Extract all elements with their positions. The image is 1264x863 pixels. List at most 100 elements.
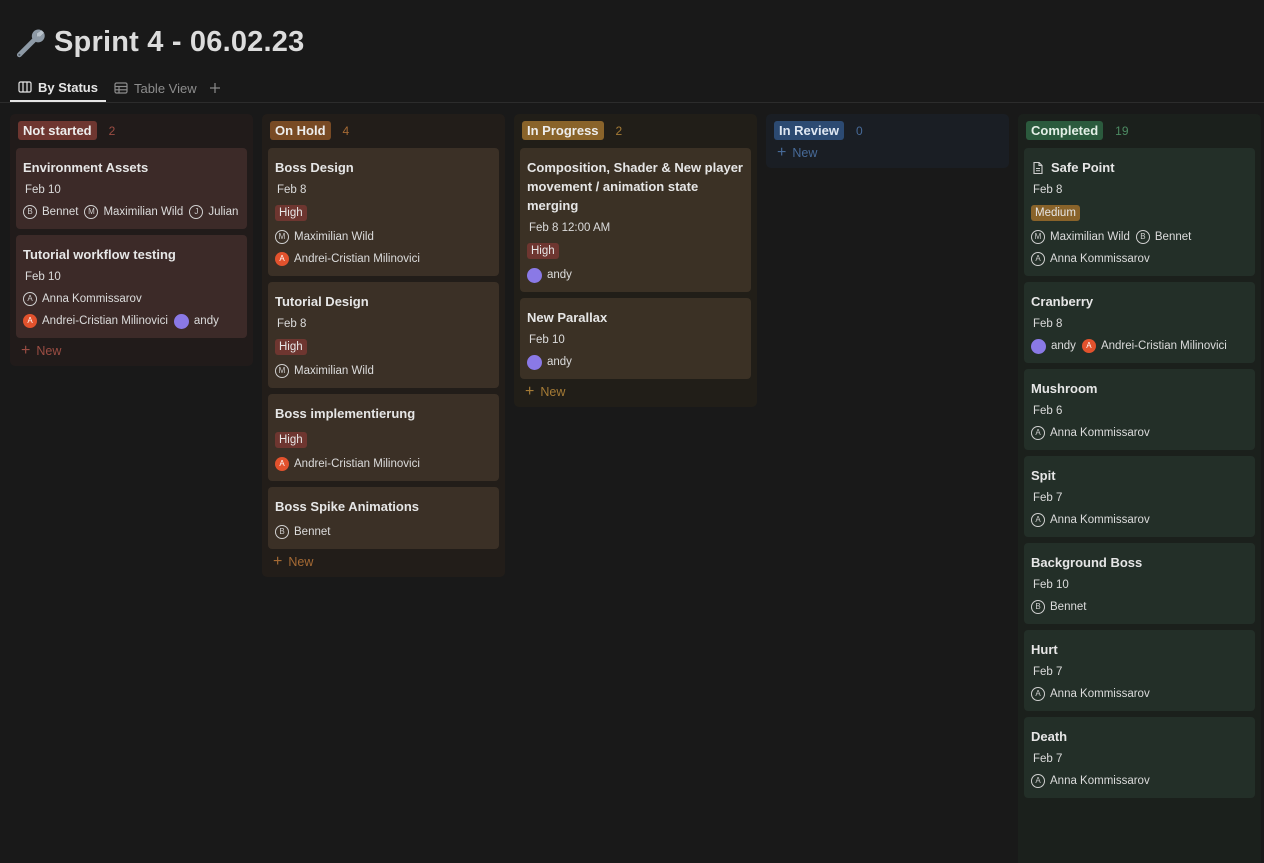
avatar: B [23,205,37,219]
card-title: Mushroom [1031,381,1098,396]
task-card[interactable]: Safe Point Feb 8 Medium M Maximilian Wild B Be… [1024,148,1255,276]
assignees: A Anna Kommissarov [1031,424,1248,442]
column-count: 4 [342,123,350,138]
assignee-name: Anna Kommissarov [1050,514,1150,526]
card-title-row: Boss implementierung [275,404,492,423]
task-card[interactable]: Mushroom Feb 6 A Anna Kommissarov [1024,369,1255,450]
card-title: Boss Design [275,160,354,175]
task-card[interactable]: Tutorial workflow testing Feb 10 A Anna Kom… [16,235,247,338]
document-icon [1033,161,1043,174]
task-card[interactable]: Tutorial Design Feb 8 High M Maximilian Wild [268,282,499,388]
new-card-button[interactable]: + New [16,338,247,359]
avatar: A [1031,687,1045,701]
new-card-button[interactable]: + New [520,379,751,400]
assignee-name: Andrei-Cristian Milinovici [1100,340,1227,352]
avatar [1031,338,1046,354]
column-count: 0 [855,123,863,138]
task-card[interactable]: Composition, Shader & New player movemen… [520,148,751,292]
assignee-name: Bennet [294,526,331,538]
task-card[interactable]: Death Feb 7 A Anna Kommissarov [1024,717,1255,798]
task-card[interactable]: Cranberry Feb 8 andy A Andrei-Cristian Milin… [1024,282,1255,363]
avatar: M [84,205,99,219]
assignees: M Maximilian Wild A Andrei-Cristian Milinov… [275,228,492,268]
avatar: A [1031,252,1045,266]
column-header: On Hold 4 [268,120,499,140]
assignees: A Anna Kommissarov [1031,511,1248,529]
column-header: In Progress 2 [520,120,751,140]
assignee: A Anna Kommissarov [1031,511,1150,529]
assignee: andy [527,353,572,371]
tab-table-view[interactable]: Table View [106,74,205,102]
task-card[interactable]: Hurt Feb 7 A Anna Kommissarov [1024,630,1255,711]
priority-badge: High [527,243,559,259]
status-badge[interactable]: Completed [1026,121,1104,140]
assignee: andy [527,266,572,284]
assignee: M Maximilian Wild [1031,228,1130,246]
assignee-name: andy [547,356,572,368]
avatar: M [275,364,289,378]
priority-badge: High [275,339,307,355]
card-date: Feb 10 [529,334,565,346]
assignee-name: andy [193,315,219,327]
assignees: andy [527,266,744,284]
tab-by-status[interactable]: By Status [10,74,106,102]
card-date: Feb 6 [1033,405,1063,417]
card-title-row: Tutorial Design [275,292,492,311]
priority-badge: High [275,205,307,221]
assignees: M Maximilian Wild [275,362,492,380]
card-title-row: Background Boss [1031,553,1248,572]
avatar: A [23,292,37,306]
card-title: Spit [1031,468,1056,483]
assignees: B Bennet [1031,598,1248,616]
card-date: Feb 7 [1033,753,1063,765]
new-label: New [36,344,62,358]
assignee: M Maximilian Wild [275,362,374,380]
card-title: Tutorial workflow testing [23,247,176,262]
assignee-name: Julian [208,206,239,218]
assignee: B Bennet [23,203,78,221]
card-title-row: Composition, Shader & New player movemen… [527,158,744,215]
avatar: B [1031,600,1045,614]
avatar: M [275,230,289,244]
page-header: Sprint 4 - 06.02.23 [12,22,304,62]
assignee-name: Anna Kommissarov [1050,688,1150,700]
card-title: Background Boss [1031,555,1143,570]
card-title: Hurt [1031,642,1058,657]
plus-icon: + [21,342,31,359]
card-title-row: Spit [1031,466,1248,485]
status-badge[interactable]: In Review [774,121,844,140]
add-view-icon[interactable] [207,80,223,96]
task-card[interactable]: New Parallax Feb 10 andy [520,298,751,379]
status-badge[interactable]: On Hold [270,121,331,140]
assignee: andy [1031,337,1076,355]
assignee-name: andy [547,269,572,281]
status-badge[interactable]: In Progress [522,121,604,140]
avatar: B [275,525,289,539]
assignees: A Andrei-Cristian Milinovici [275,455,492,473]
assignee: A Andrei-Cristian Milinovici [275,455,420,473]
assignee: A Andrei-Cristian Milinovici [23,312,168,330]
new-card-button[interactable]: + New [268,549,499,570]
task-card[interactable]: Spit Feb 7 A Anna Kommissarov [1024,456,1255,537]
avatar [527,267,542,283]
assignee-name: Andrei-Cristian Milinovici [294,253,420,265]
card-title-row: Hurt [1031,640,1248,659]
task-card[interactable]: Boss implementierung High A Andrei-Cristian… [268,394,499,481]
assignee: A Anna Kommissarov [1031,772,1150,790]
assignees: andy A Andrei-Cristian Milinovici [1031,337,1248,355]
column-not-started: Not started 2 Environment Assets Feb 10 B Ben… [10,114,253,366]
task-card[interactable]: Boss Design Feb 8 High M Maximilian Wild A And… [268,148,499,276]
card-title-row: Environment Assets [23,158,240,177]
task-card[interactable]: Boss Spike Animations B Bennet [268,487,499,549]
status-badge[interactable]: Not started [18,121,97,140]
new-label: New [540,385,566,399]
avatar: A [23,314,37,328]
assignee: A Anna Kommissarov [1031,424,1150,442]
wrench-icon [16,29,45,58]
new-card-button[interactable]: + New [772,144,1003,161]
task-card[interactable]: Background Boss Feb 10 B Bennet [1024,543,1255,624]
plus-icon: + [777,144,787,161]
card-list: Environment Assets Feb 10 B Bennet M Maximili… [16,148,247,338]
priority-badge: Medium [1031,205,1080,221]
task-card[interactable]: Environment Assets Feb 10 B Bennet M Maximili… [16,148,247,229]
